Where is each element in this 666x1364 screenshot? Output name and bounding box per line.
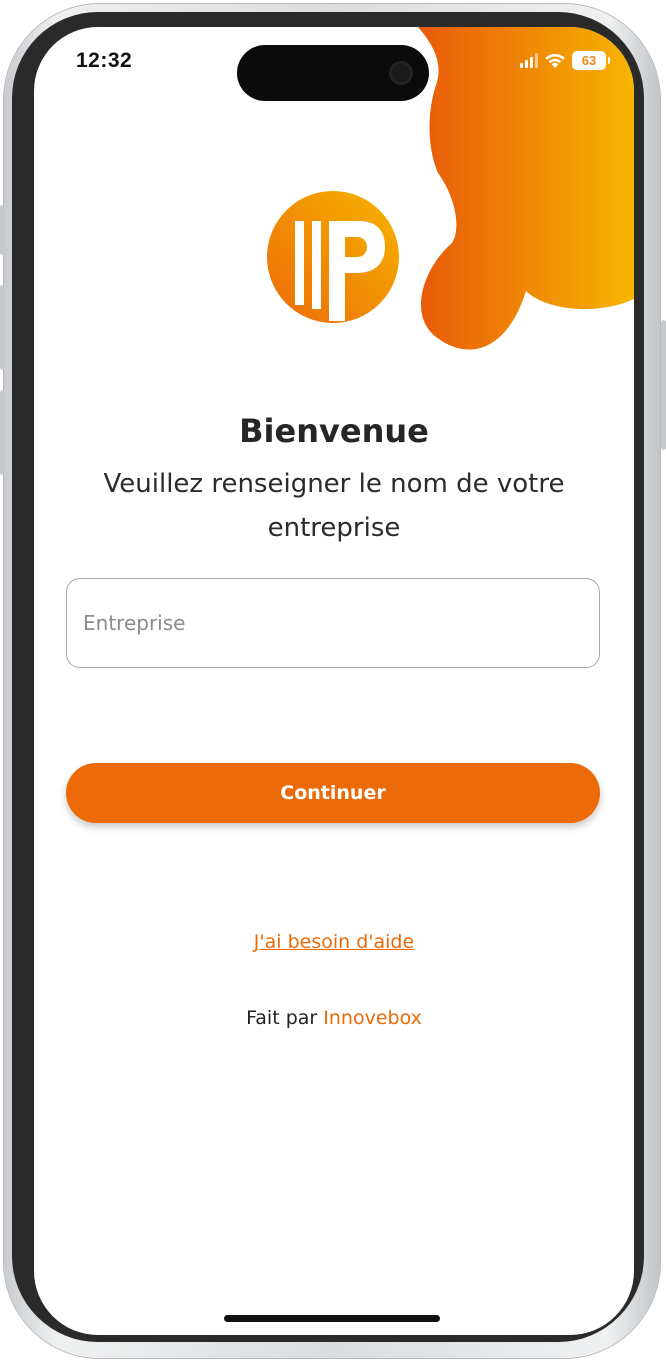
wifi-icon	[545, 53, 565, 68]
ip-logo-icon	[267, 191, 399, 323]
app-screen: 12:32 63 Bienvenue Veuillez renseigner l…	[34, 27, 634, 1335]
home-indicator[interactable]	[224, 1315, 440, 1322]
dynamic-island	[237, 45, 429, 101]
continue-button[interactable]: Continuer	[66, 763, 600, 823]
action-button	[0, 205, 5, 255]
battery-icon: 63	[572, 51, 610, 70]
volume-up-button	[0, 285, 5, 370]
welcome-title: Bienvenue	[239, 412, 429, 450]
help-link[interactable]: J'ai besoin d'aide	[34, 931, 634, 953]
made-by-credit: Fait par Innovebox	[34, 1007, 634, 1029]
made-by-prefix: Fait par	[246, 1007, 318, 1029]
power-button	[661, 320, 666, 450]
status-icons: 63	[520, 51, 610, 70]
cellular-signal-icon	[520, 53, 538, 68]
company-input[interactable]	[66, 578, 600, 668]
made-by-brand-link[interactable]: Innovebox	[323, 1007, 422, 1029]
camera-icon	[389, 61, 413, 85]
welcome-subtitle: Veuillez renseigner le nom de votre entr…	[103, 469, 565, 543]
volume-down-button	[0, 390, 5, 475]
status-time: 12:32	[76, 49, 133, 72]
